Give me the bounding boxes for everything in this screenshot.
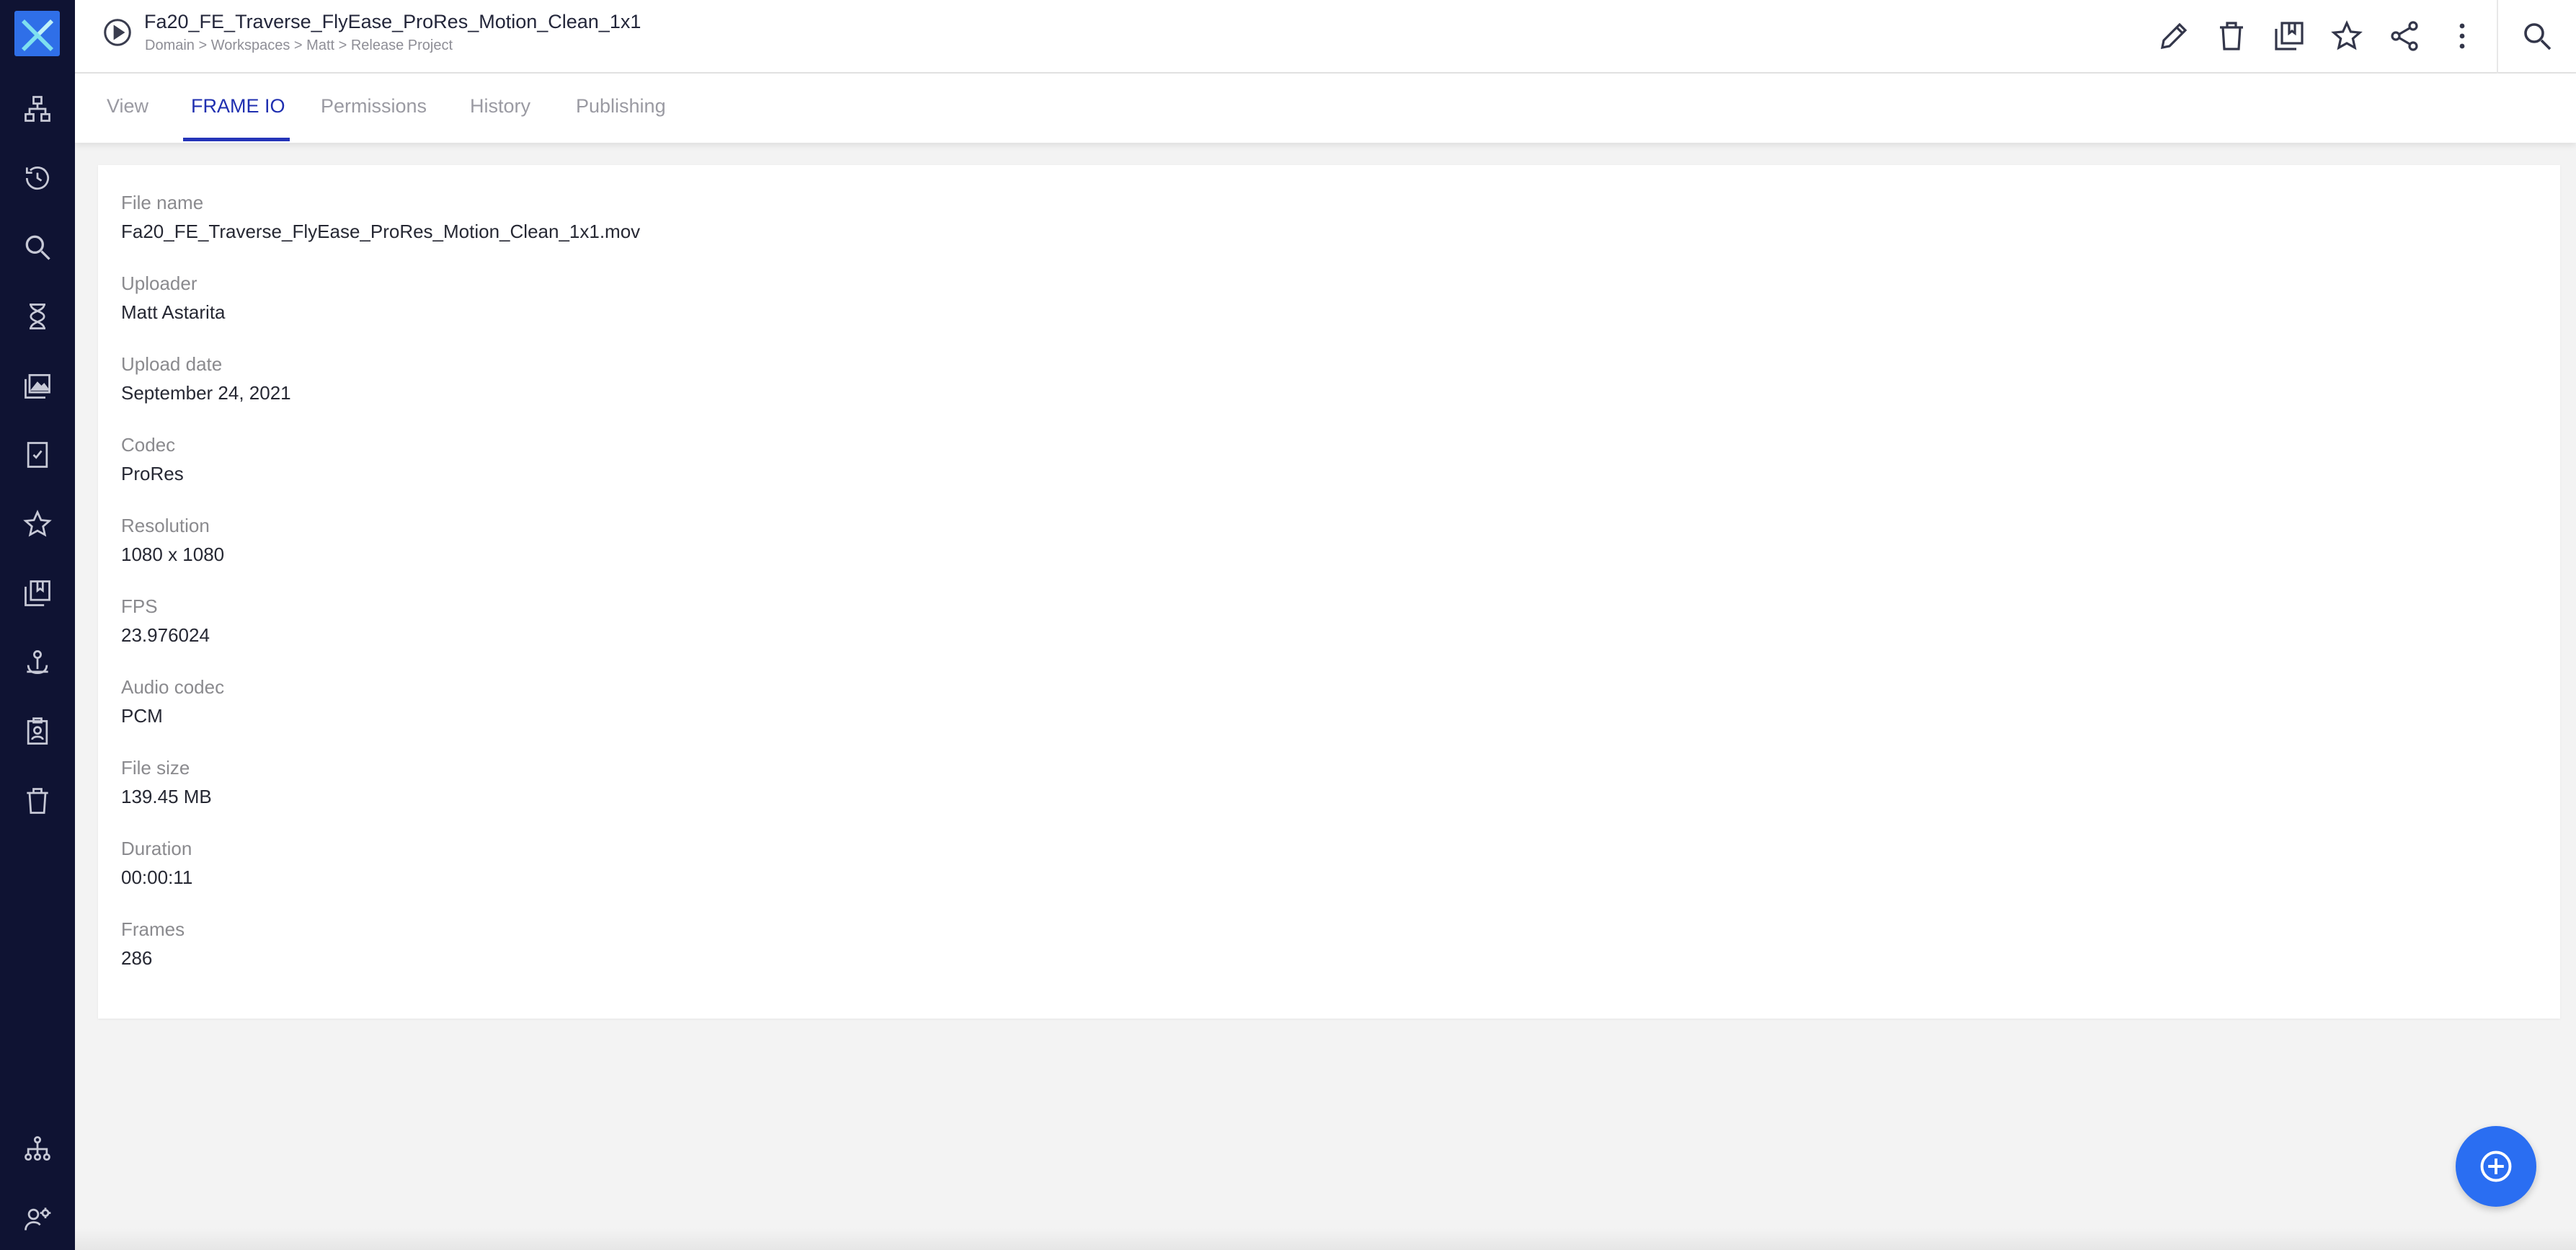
field-audio-codec: Audio codec PCM bbox=[121, 675, 224, 727]
field-label: FPS bbox=[121, 595, 158, 617]
tab-frame-io[interactable]: FRAME IO bbox=[191, 95, 285, 118]
field-label: File size bbox=[121, 757, 190, 779]
add-fab-button[interactable] bbox=[2456, 1126, 2536, 1207]
field-value: 139.45 MB bbox=[121, 786, 212, 807]
header: Fa20_FE_Traverse_FlyEase_ProRes_Motion_C… bbox=[75, 0, 2576, 74]
tab-permissions[interactable]: Permissions bbox=[321, 95, 427, 118]
delete-icon[interactable] bbox=[2214, 19, 2249, 53]
field-label: Uploader bbox=[121, 272, 197, 294]
field-upload-date: Upload date September 24, 2021 bbox=[121, 353, 291, 404]
field-label: Audio codec bbox=[121, 676, 225, 698]
app-logo[interactable] bbox=[14, 11, 60, 56]
search-icon[interactable] bbox=[20, 230, 55, 265]
field-uploader: Uploader Matt Astarita bbox=[121, 272, 226, 324]
collections-icon[interactable] bbox=[20, 576, 55, 611]
play-button[interactable] bbox=[101, 16, 134, 49]
field-codec: Codec ProRes bbox=[121, 433, 184, 485]
collection-add-icon[interactable] bbox=[2272, 19, 2306, 53]
app-root: Fa20_FE_Traverse_FlyEase_ProRes_Motion_C… bbox=[0, 0, 2576, 1250]
contact-card-icon[interactable] bbox=[20, 714, 55, 749]
user-settings-icon[interactable] bbox=[20, 1201, 55, 1236]
tab-bar: View FRAME IO Permissions History Publis… bbox=[75, 74, 2576, 143]
field-value: 23.976024 bbox=[121, 624, 210, 646]
field-value: Fa20_FE_Traverse_FlyEase_ProRes_Motion_C… bbox=[121, 221, 641, 242]
add-circle-icon bbox=[2480, 1151, 2512, 1182]
org-chart-icon[interactable] bbox=[20, 1132, 55, 1166]
file-details-card: File name Fa20_FE_Traverse_FlyEase_ProRe… bbox=[98, 165, 2560, 1019]
field-duration: Duration 00:00:11 bbox=[121, 837, 192, 889]
sidebar bbox=[0, 0, 75, 1250]
share-icon[interactable] bbox=[2387, 19, 2422, 53]
field-file-name: File name Fa20_FE_Traverse_FlyEase_ProRe… bbox=[121, 191, 640, 243]
field-label: Codec bbox=[121, 434, 176, 456]
field-value: September 24, 2021 bbox=[121, 382, 291, 404]
field-label: File name bbox=[121, 192, 204, 213]
field-label: Duration bbox=[121, 838, 192, 859]
field-fps: FPS 23.976024 bbox=[121, 595, 210, 647]
checklist-icon[interactable] bbox=[20, 438, 55, 472]
hourglass-icon[interactable] bbox=[20, 299, 55, 334]
more-icon[interactable] bbox=[2445, 19, 2479, 53]
hierarchy-icon[interactable] bbox=[20, 92, 55, 126]
page-title: Fa20_FE_Traverse_FlyEase_ProRes_Motion_C… bbox=[144, 11, 641, 32]
field-file-size: File size 139.45 MB bbox=[121, 756, 212, 808]
field-label: Resolution bbox=[121, 515, 210, 536]
gallery-icon[interactable] bbox=[20, 368, 55, 403]
favorite-icon[interactable] bbox=[2329, 19, 2364, 53]
field-value: 00:00:11 bbox=[121, 866, 193, 888]
x-logo-icon bbox=[21, 19, 53, 51]
anchor-icon[interactable] bbox=[20, 645, 55, 680]
star-icon[interactable] bbox=[20, 507, 55, 541]
trash-icon[interactable] bbox=[20, 784, 55, 818]
tab-publishing[interactable]: Publishing bbox=[576, 95, 666, 118]
search-icon[interactable] bbox=[2520, 19, 2554, 53]
field-label: Upload date bbox=[121, 353, 223, 375]
edit-icon[interactable] bbox=[2157, 19, 2191, 53]
tab-history[interactable]: History bbox=[470, 95, 530, 118]
header-divider bbox=[2497, 0, 2498, 74]
field-value: PCM bbox=[121, 705, 163, 727]
field-resolution: Resolution 1080 x 1080 bbox=[121, 514, 224, 566]
bottom-shadow bbox=[75, 1228, 2576, 1250]
field-value: 1080 x 1080 bbox=[121, 544, 225, 565]
field-value: ProRes bbox=[121, 463, 184, 484]
field-label: Frames bbox=[121, 918, 185, 940]
field-value: 286 bbox=[121, 947, 153, 969]
active-tab-indicator bbox=[183, 138, 290, 141]
play-icon bbox=[104, 19, 131, 46]
field-value: Matt Astarita bbox=[121, 301, 226, 323]
field-frames: Frames 286 bbox=[121, 918, 185, 970]
tab-view[interactable]: View bbox=[107, 95, 148, 118]
history-icon[interactable] bbox=[20, 161, 55, 195]
breadcrumb[interactable]: Domain > Workspaces > Matt > Release Pro… bbox=[145, 37, 453, 54]
